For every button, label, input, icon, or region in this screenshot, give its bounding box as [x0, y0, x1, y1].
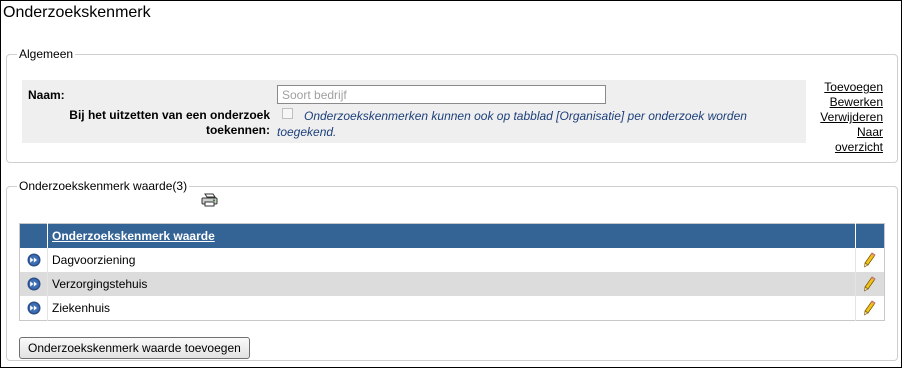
arrow-right-circle-icon[interactable] — [27, 277, 41, 291]
name-input[interactable] — [277, 85, 606, 104]
add-link[interactable]: Toevoegen — [820, 80, 883, 95]
overview-link[interactable]: Naar overzicht — [827, 125, 883, 155]
arrow-right-circle-icon[interactable] — [27, 253, 41, 267]
values-fieldset: Onderzoekskenmerk waarde(3) Onderzoekske… — [6, 179, 898, 361]
values-legend: Onderzoekskenmerk waarde(3) — [17, 179, 189, 193]
page-title: Onderzoekskenmerk — [3, 4, 151, 21]
printer-icon[interactable] — [201, 193, 218, 207]
values-table: Onderzoekskenmerk waarde Dagvoorziening … — [19, 223, 885, 321]
assign-on-start-label: Bij het uitzetten van een onderzoek toek… — [69, 108, 270, 137]
table-row[interactable]: Ziekenhuis — [20, 296, 885, 321]
table-row[interactable]: Dagvoorziening — [20, 248, 885, 272]
action-links: Toevoegen Bewerken Verwijderen Naar over… — [820, 80, 883, 155]
pencil-icon[interactable] — [863, 300, 877, 316]
pencil-icon[interactable] — [863, 252, 877, 268]
window-frame: Onderzoekskenmerk Algemeen Naam: Bij het… — [0, 0, 902, 368]
pencil-icon[interactable] — [863, 276, 877, 292]
general-fieldset: Algemeen Naam: Bij het uitzetten van een… — [6, 47, 898, 163]
add-value-button[interactable]: Onderzoekskenmerk waarde toevoegen — [19, 337, 250, 359]
row-value: Verzorgingstehuis — [47, 272, 856, 296]
general-form: Naam: Bij het uitzetten van een onderzoe… — [22, 80, 806, 143]
values-legend-text: Onderzoekskenmerk waarde(3) — [19, 179, 188, 193]
arrow-right-circle-icon[interactable] — [27, 301, 41, 315]
general-legend: Algemeen — [19, 47, 74, 61]
row-value: Ziekenhuis — [47, 296, 856, 321]
row-value: Dagvoorziening — [47, 248, 856, 272]
assign-hint-text: Onderzoekskenmerken kunnen ook op tabbla… — [277, 109, 747, 139]
delete-link[interactable]: Verwijderen — [820, 110, 883, 125]
name-label: Naam: — [28, 88, 65, 102]
table-header-row: Onderzoekskenmerk waarde — [19, 223, 885, 248]
table-row[interactable]: Verzorgingstehuis — [19, 272, 885, 296]
column-header-value[interactable]: Onderzoekskenmerk waarde — [47, 223, 856, 248]
edit-link[interactable]: Bewerken — [820, 95, 883, 110]
